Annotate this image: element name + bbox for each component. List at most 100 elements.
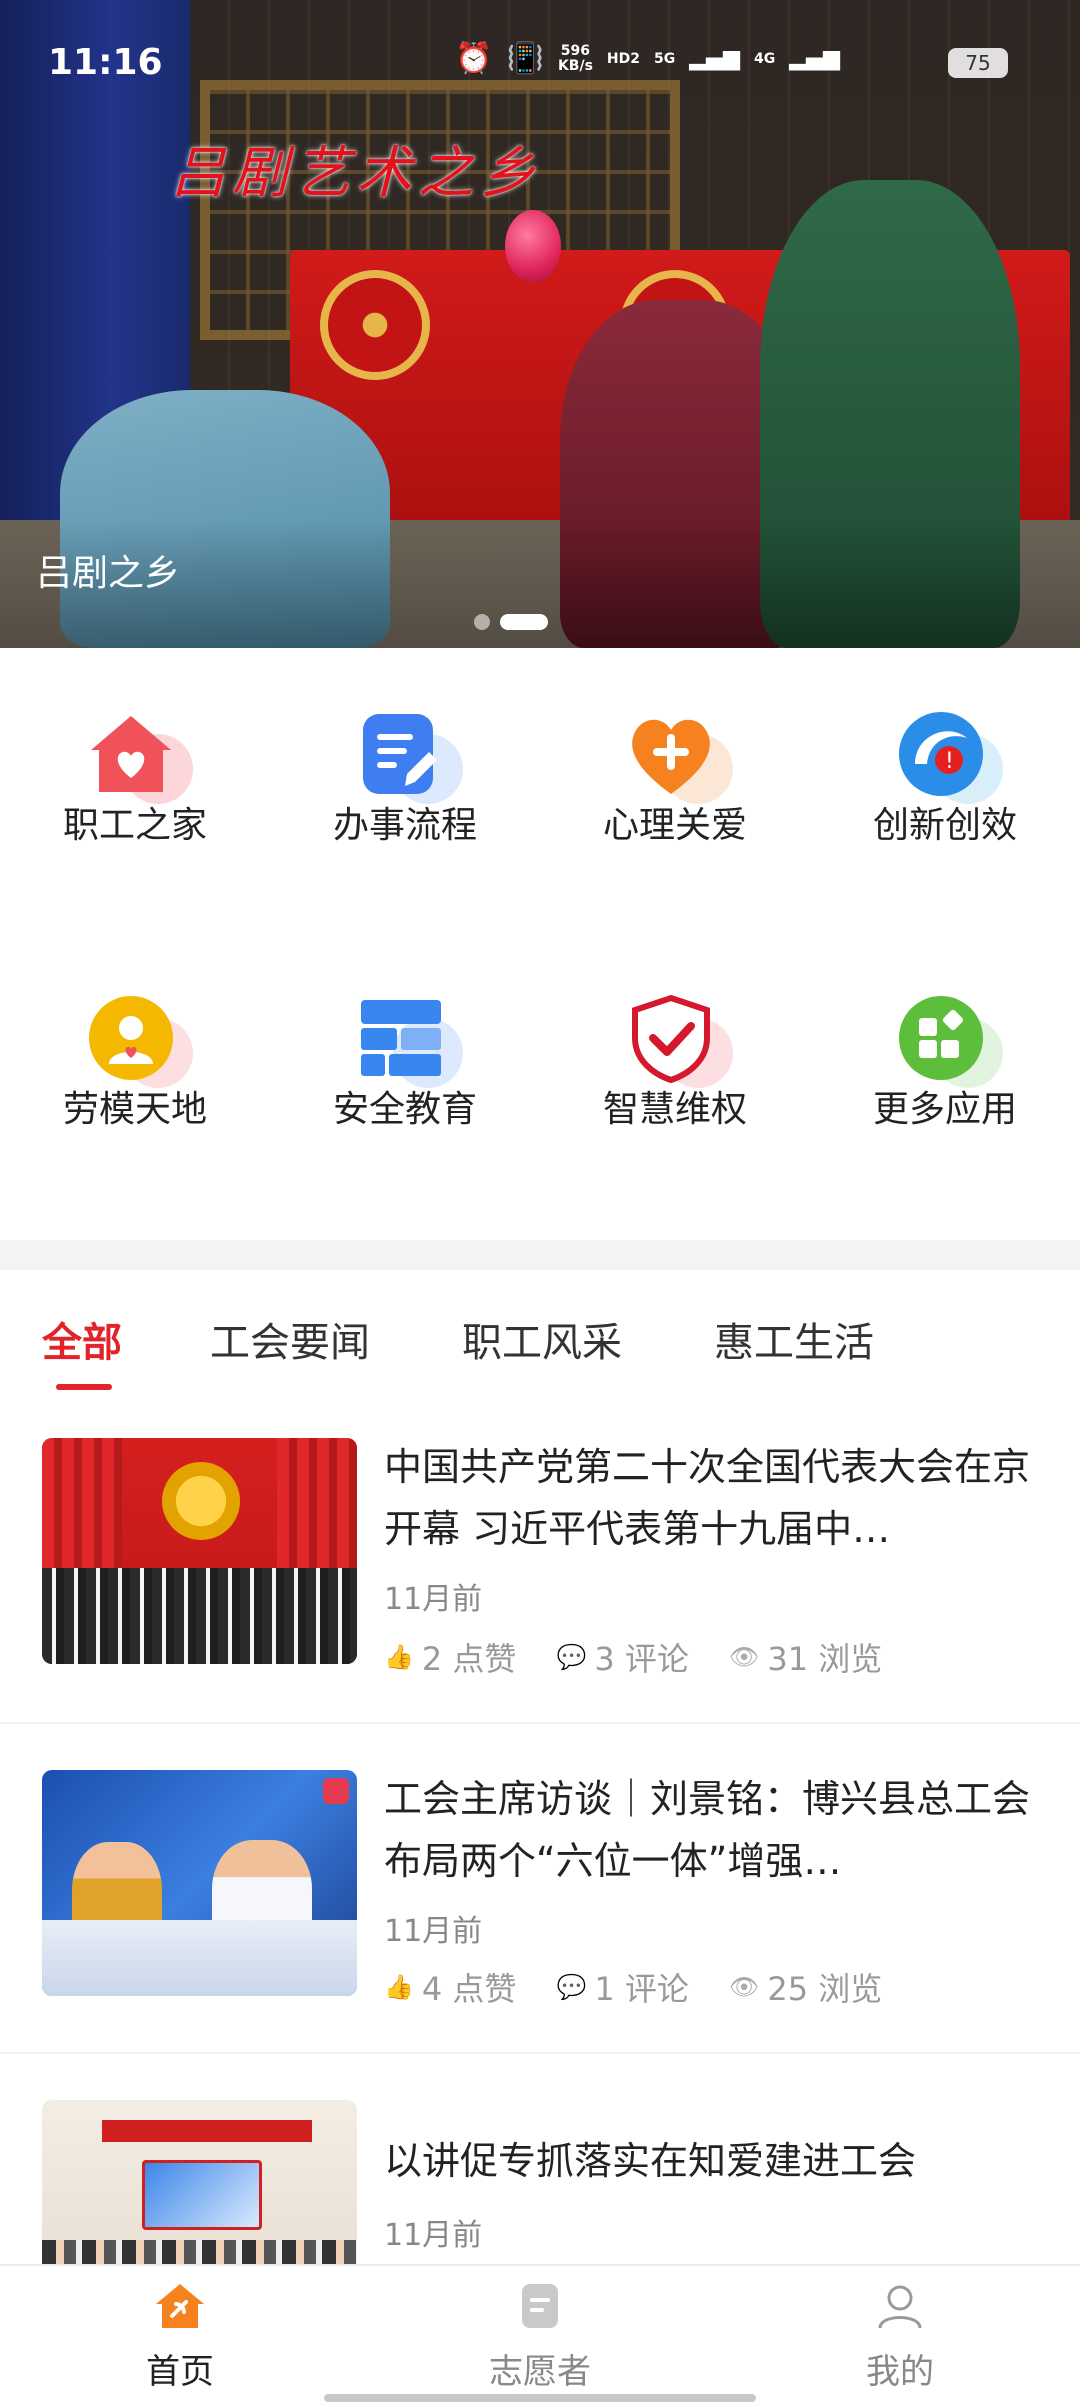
view-count: 31 浏览 bbox=[767, 1640, 883, 1678]
nav-volunteer[interactable]: 志愿者 bbox=[440, 2280, 640, 2393]
quick-action-model-workers[interactable]: 劳模天地 bbox=[0, 932, 270, 1132]
quick-action-innovation[interactable]: ! 创新创效 bbox=[810, 648, 1080, 848]
battery-indicator: 75 bbox=[948, 48, 1008, 78]
banner-caption: 吕剧之乡 bbox=[36, 553, 181, 594]
thumb-curtain bbox=[42, 1438, 122, 1588]
alarm-icon: ⏰ bbox=[455, 41, 493, 76]
news-item[interactable]: 以讲促专抓落实在知爱建进工会 11月前 bbox=[0, 2054, 1080, 2280]
view-stat: 👁 31 浏览 bbox=[729, 1634, 882, 1680]
hd-sub: 2 bbox=[630, 50, 640, 67]
news-thumbnail bbox=[42, 1438, 357, 1664]
quick-action-safety[interactable]: 安全教育 bbox=[270, 932, 540, 1132]
icon-glyph bbox=[625, 708, 717, 800]
news-thumbnail bbox=[42, 1770, 357, 1996]
news-time: 11月前 bbox=[384, 2218, 483, 2253]
tab-worker-style[interactable]: 职工风采 bbox=[462, 1310, 622, 1368]
icon-glyph bbox=[85, 708, 177, 800]
news-time: 11月前 bbox=[384, 1914, 483, 1949]
eye-icon: 👁 bbox=[728, 1643, 760, 1671]
model-worker-icon bbox=[85, 992, 193, 1088]
section-divider bbox=[0, 1240, 1080, 1270]
document-edit-icon bbox=[355, 708, 463, 804]
news-item[interactable]: 工会主席访谈｜刘景铭：博兴县总工会布局两个“六位一体”增强… 11月前 👍 4 点… bbox=[0, 1724, 1080, 2054]
news-item[interactable]: 中国共产党第二十次全国代表大会在京开幕 习近平代表第十九届中… 11月前 👍 2 … bbox=[0, 1414, 1080, 1724]
more-apps-icon bbox=[895, 992, 1003, 1088]
heart-plus-icon bbox=[625, 708, 733, 804]
safety-grid-icon bbox=[355, 992, 463, 1088]
quick-action-process[interactable]: 办事流程 bbox=[270, 648, 540, 848]
icon-glyph bbox=[625, 992, 717, 1084]
thumb-screen bbox=[142, 2160, 262, 2230]
home-indicator[interactable] bbox=[324, 2394, 756, 2402]
pagination-dot[interactable] bbox=[474, 614, 490, 630]
nav-label: 我的 bbox=[866, 2352, 934, 2392]
nav-home[interactable]: 首页 bbox=[80, 2280, 280, 2393]
quick-action-more-apps[interactable]: 更多应用 bbox=[810, 932, 1080, 1132]
thumbs-up-icon: 👍 bbox=[384, 1973, 414, 2001]
party-emblem bbox=[162, 1462, 240, 1540]
icon-glyph bbox=[85, 992, 177, 1084]
svg-text:!: ! bbox=[945, 749, 954, 774]
quick-action-workers-home[interactable]: 职工之家 bbox=[0, 648, 270, 848]
quick-action-label: 更多应用 bbox=[872, 1089, 1017, 1130]
icon-glyph bbox=[895, 992, 987, 1084]
status-icons: ⏰ 📳 596 KB/s HD2 5G ▂▄▆ 4G ▂▄▆ bbox=[455, 44, 840, 74]
quick-actions-grid: 职工之家 办事流程 心理关爱 ! 创新创效 劳模天地 安全教育 智慧维权 更多应… bbox=[0, 648, 1080, 1238]
profile-icon bbox=[874, 2280, 926, 2332]
comment-count: 1 评论 bbox=[594, 1970, 689, 2008]
status-time: 11:16 bbox=[48, 42, 163, 83]
thumb-red-banner bbox=[102, 2120, 312, 2142]
icon-glyph: ! bbox=[895, 708, 987, 800]
volunteer-doc-icon bbox=[514, 2280, 566, 2332]
nav-label: 首页 bbox=[146, 2352, 214, 2392]
comment-stat[interactable]: 💬 3 评论 bbox=[556, 1634, 688, 1680]
tab-benefit-life[interactable]: 惠工生活 bbox=[714, 1310, 874, 1368]
like-stat[interactable]: 👍 4 点赞 bbox=[384, 1964, 516, 2010]
tab-all[interactable]: 全部 bbox=[42, 1310, 122, 1368]
thumbs-up-icon: 👍 bbox=[384, 1643, 414, 1671]
thumb-desk bbox=[42, 1920, 357, 1996]
like-count: 2 点赞 bbox=[421, 1640, 517, 1678]
banner-lantern bbox=[505, 210, 561, 282]
quick-action-label: 办事流程 bbox=[332, 805, 477, 846]
quick-action-label: 劳模天地 bbox=[62, 1089, 207, 1130]
nav-profile[interactable]: 我的 bbox=[800, 2280, 1000, 2393]
like-count: 4 点赞 bbox=[421, 1970, 517, 2008]
quick-action-rights[interactable]: 智慧维权 bbox=[540, 932, 810, 1132]
net-speed-value: 596 bbox=[560, 43, 591, 59]
comment-stat[interactable]: 💬 1 评论 bbox=[556, 1964, 688, 2010]
network-4g: 4G bbox=[754, 50, 776, 67]
quick-action-label: 心理关爱 bbox=[602, 805, 747, 846]
signal-icon: ▂▄▆ bbox=[689, 46, 740, 71]
news-title: 以讲促专抓落实在知爱建进工会 bbox=[384, 2139, 917, 2183]
quick-action-label: 安全教育 bbox=[332, 1089, 477, 1130]
view-count: 25 浏览 bbox=[767, 1970, 883, 2008]
tab-union-news[interactable]: 工会要闻 bbox=[210, 1310, 370, 1368]
thumb-stage bbox=[42, 1568, 357, 1664]
view-stat: 👁 25 浏览 bbox=[729, 1964, 882, 2010]
comment-count: 3 评论 bbox=[594, 1640, 689, 1678]
network-5g: 5G bbox=[654, 50, 676, 67]
vibrate-icon: 📳 bbox=[506, 41, 544, 76]
hd-indicator: HD2 bbox=[607, 50, 640, 67]
net-speed-unit: KB/s bbox=[557, 58, 593, 74]
banner-calligraphy: 吕剧艺术之乡 bbox=[170, 141, 542, 206]
quick-action-label: 智慧维权 bbox=[602, 1089, 747, 1130]
quick-action-mental-care[interactable]: 心理关爱 bbox=[540, 648, 810, 848]
tab-active-indicator bbox=[56, 1384, 112, 1390]
status-bar: 11:16 ⏰ 📳 596 KB/s HD2 5G ▂▄▆ 4G ▂▄▆ 75 bbox=[0, 0, 1080, 120]
like-stat[interactable]: 👍 2 点赞 bbox=[384, 1634, 516, 1680]
news-title: 中国共产党第二十次全国代表大会在京开幕 习近平代表第十九届中… bbox=[384, 1445, 1031, 1551]
quick-action-label: 创新创效 bbox=[872, 805, 1017, 846]
icon-glyph bbox=[355, 992, 447, 1084]
table-motif bbox=[320, 270, 430, 380]
news-time: 11月前 bbox=[384, 1582, 483, 1617]
comment-icon: 💬 bbox=[556, 1643, 587, 1671]
net-speed: 596 KB/s bbox=[558, 44, 593, 74]
comment-icon: 💬 bbox=[556, 1973, 587, 2001]
eye-icon: 👁 bbox=[728, 1973, 760, 2001]
nav-label: 志愿者 bbox=[489, 2352, 591, 2392]
banner-pagination bbox=[474, 614, 548, 630]
icon-glyph bbox=[355, 708, 447, 800]
pagination-dot-active[interactable] bbox=[500, 614, 548, 630]
